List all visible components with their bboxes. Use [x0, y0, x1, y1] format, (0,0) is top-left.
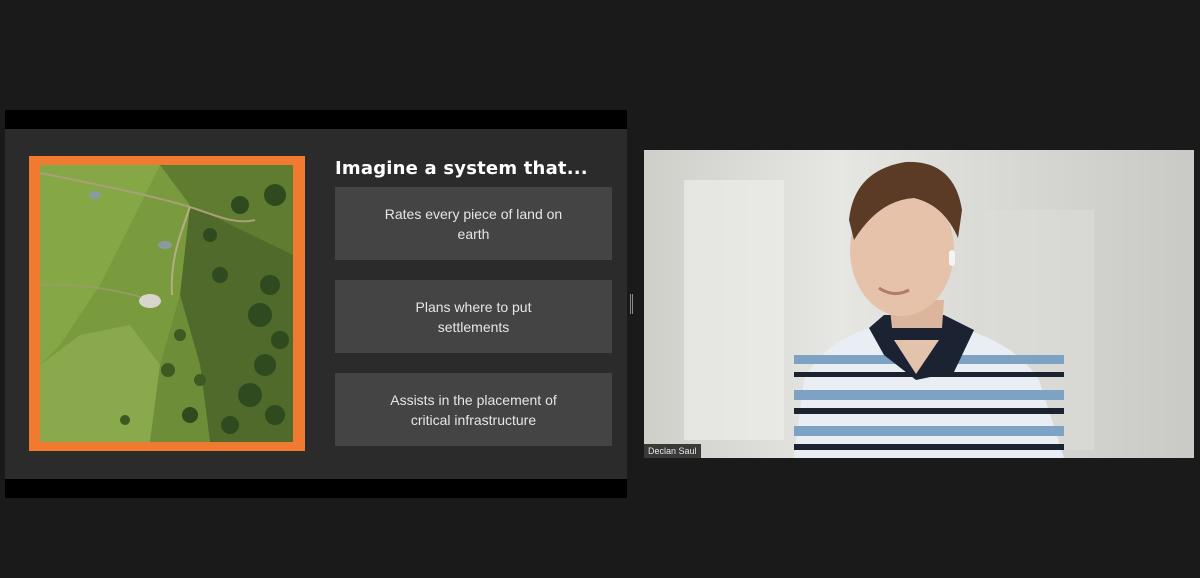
meeting-stage: Imagine a system that... Rates every pie… — [0, 0, 1200, 578]
feature-card-label: Assists in the placement of critical inf… — [390, 391, 557, 428]
aerial-land-photo — [40, 165, 293, 442]
feature-card: Rates every piece of land on earth — [335, 187, 612, 260]
feature-card: Plans where to put settlements — [335, 280, 612, 353]
photo-frame — [29, 156, 305, 451]
splitter-grip-line — [632, 294, 633, 314]
shared-screen[interactable]: Imagine a system that... Rates every pie… — [5, 110, 627, 498]
splitter-grip-line — [630, 294, 631, 314]
participant-name-tag: Declan Saul — [644, 444, 701, 458]
feature-card-label: Plans where to put settlements — [415, 298, 532, 335]
feature-card: Assists in the placement of critical inf… — [335, 373, 612, 446]
slide-title: Imagine a system that... — [335, 158, 588, 179]
presentation-slide: Imagine a system that... Rates every pie… — [5, 129, 627, 479]
participant-video-tile[interactable]: Declan Saul — [644, 150, 1194, 458]
feature-card-label: Rates every piece of land on earth — [384, 205, 563, 242]
splitter-handle[interactable] — [629, 294, 634, 314]
